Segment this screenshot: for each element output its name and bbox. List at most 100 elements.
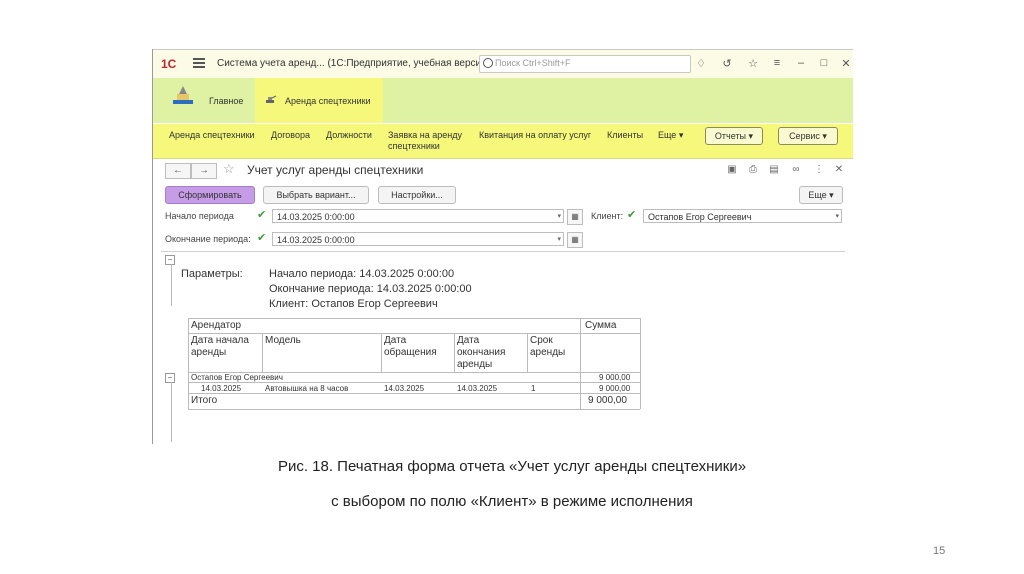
section-rent[interactable]: Аренда спецтехники	[255, 78, 383, 123]
grid-line	[454, 333, 455, 372]
more-actions-icon[interactable]: ⋮	[813, 164, 825, 175]
calendar-icon[interactable]: ▦	[567, 209, 583, 225]
preview-icon[interactable]: ▤	[768, 164, 780, 175]
grid-line	[580, 318, 581, 409]
more-button-label: Еще	[808, 190, 827, 200]
excavator-icon	[266, 95, 277, 103]
favorites-icon[interactable]: ☆	[746, 57, 760, 70]
close-icon[interactable]: ✕	[839, 57, 853, 70]
grid-line	[188, 393, 640, 394]
collapse-params-icon[interactable]: −	[165, 255, 175, 265]
calendar-icon[interactable]: ▦	[567, 232, 583, 248]
sections-panel: Главное Аренда спецтехники	[153, 78, 853, 123]
search-icon	[483, 58, 493, 68]
group-line	[171, 382, 172, 442]
row-term: 1	[531, 384, 536, 393]
form-title: Учет услуг аренды спецтехники	[247, 163, 424, 177]
period-end-label: Окончание периода:	[165, 234, 251, 244]
dropdown-icon: ▾	[557, 213, 561, 220]
cmd-clients[interactable]: Клиенты	[607, 130, 643, 141]
period-start-input[interactable]: 14.03.2025 0:00:00 ▾	[272, 209, 564, 223]
choose-variant-button[interactable]: Выбрать вариант...	[263, 186, 369, 204]
grid-line	[188, 318, 189, 409]
period-start-label: Начало периода	[165, 211, 234, 221]
group-line	[171, 264, 172, 306]
minimize-icon[interactable]: –	[794, 57, 808, 69]
period-end-value: 14.03.2025 0:00:00	[277, 235, 355, 245]
app-screenshot: 1С Система учета аренд... (1С:Предприяти…	[152, 49, 853, 444]
header-request: Дата обращения	[384, 335, 437, 358]
param-line: Клиент: Остапов Егор Сергеевич	[269, 298, 438, 310]
reports-button[interactable]: Отчеты ▾	[705, 127, 763, 145]
title-bar: 1С Система учета аренд... (1С:Предприяти…	[153, 49, 853, 79]
header-group: Арендатор	[191, 320, 242, 331]
figure-caption-line2: с выбором по полю «Клиент» в режиме испо…	[331, 493, 693, 510]
header-term: Срок аренды	[530, 335, 566, 358]
grid-line	[527, 333, 528, 372]
grid-line	[262, 333, 263, 372]
home-icon	[173, 86, 193, 104]
header-start: Дата начала аренды	[191, 335, 249, 358]
generate-button[interactable]: Сформировать	[165, 186, 255, 204]
params-label: Параметры:	[181, 268, 243, 280]
client-value: Остапов Егор Сергеевич	[648, 212, 752, 222]
row-model: Автовышка на 8 часов	[265, 384, 349, 393]
cmd-receipts[interactable]: Квитанция на оплату услуг	[479, 130, 591, 141]
collapse-group-icon[interactable]: −	[165, 373, 175, 383]
history-icon[interactable]: ↺	[720, 57, 734, 70]
header-model: Модель	[265, 335, 301, 346]
reports-label: Отчеты	[714, 131, 747, 141]
bell-icon[interactable]: ♢	[694, 57, 708, 70]
period-start-value: 14.03.2025 0:00:00	[277, 212, 355, 222]
form-close-icon[interactable]: ✕	[833, 164, 845, 175]
dropdown-icon: ▾	[557, 236, 561, 243]
header-sum: Сумма	[585, 320, 617, 331]
form-header: ← → ☆ Учет услуг аренды спецтехники ▣ ⎙ …	[153, 159, 853, 183]
grid-line	[188, 333, 640, 334]
total-value: 9 000,00	[588, 395, 627, 406]
grid-line	[188, 382, 640, 383]
client-label: Клиент:	[591, 211, 624, 221]
app-logo: 1С	[161, 57, 177, 71]
page-number: 15	[933, 545, 946, 557]
cmd-requests[interactable]: Заявка на аренду спецтехники	[388, 130, 470, 152]
section-main[interactable]: Главное	[153, 78, 251, 123]
total-label: Итого	[191, 395, 218, 406]
forward-button[interactable]: →	[191, 163, 217, 179]
grid-line	[188, 409, 640, 410]
back-button[interactable]: ←	[165, 163, 191, 179]
settings-menu-icon[interactable]: ≡	[770, 57, 784, 69]
save-icon[interactable]: ▣	[726, 164, 738, 175]
row-start: 14.03.2025	[201, 384, 242, 393]
dropdown-icon: ▾	[835, 213, 839, 220]
param-line: Окончание периода: 14.03.2025 0:00:00	[269, 283, 472, 295]
header-end: Дата окончания аренды	[457, 335, 506, 370]
cmd-more[interactable]: Еще ▾	[658, 130, 683, 141]
cmd-contracts[interactable]: Договора	[271, 130, 310, 141]
main-menu-icon[interactable]	[193, 56, 205, 70]
cmd-positions[interactable]: Должности	[326, 130, 372, 141]
report-document[interactable]: − − Параметры: Начало периода: 14.03.202…	[161, 251, 845, 444]
link-icon[interactable]: ∞	[790, 164, 802, 175]
search-input[interactable]: Поиск Ctrl+Shift+F	[479, 55, 691, 73]
period-end-checkbox[interactable]: ✔	[257, 231, 267, 244]
client-input[interactable]: Остапов Егор Сергеевич ▾	[643, 209, 842, 223]
group-row-name: Остапов Егор Сергеевич	[191, 373, 283, 382]
param-line: Начало периода: 14.03.2025 0:00:00	[269, 268, 455, 280]
settings-button[interactable]: Настройки...	[378, 186, 456, 204]
window-title: Система учета аренд... (1С:Предприятие, …	[217, 58, 490, 69]
period-end-input[interactable]: 14.03.2025 0:00:00 ▾	[272, 232, 564, 246]
section-main-label: Главное	[209, 96, 244, 106]
row-request: 14.03.2025	[384, 384, 425, 393]
client-checkbox[interactable]: ✔	[627, 208, 637, 221]
period-start-checkbox[interactable]: ✔	[257, 208, 267, 221]
service-label: Сервис	[789, 131, 820, 141]
print-icon[interactable]: ⎙	[747, 164, 759, 175]
maximize-icon[interactable]: □	[817, 57, 831, 69]
section-rent-label: Аренда спецтехники	[285, 96, 371, 106]
cmd-rent[interactable]: Аренда спецтехники	[169, 130, 255, 141]
more-button[interactable]: Еще ▾	[799, 186, 843, 204]
service-button[interactable]: Сервис ▾	[778, 127, 838, 145]
favorite-star-icon[interactable]: ☆	[223, 161, 235, 177]
row-end: 14.03.2025	[457, 384, 498, 393]
